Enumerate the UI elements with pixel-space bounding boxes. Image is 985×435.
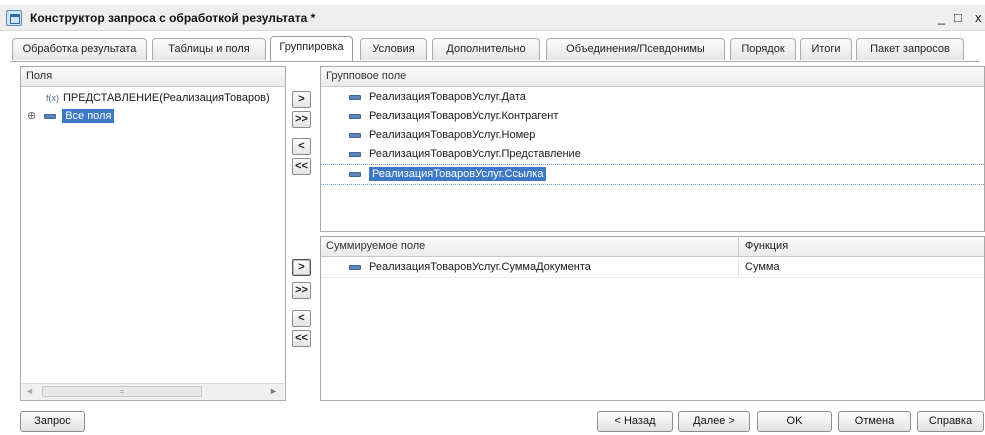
tab-result-processing[interactable]: Обработка результата — [12, 38, 147, 60]
field-icon — [44, 113, 57, 119]
minimize-button[interactable]: _ — [938, 10, 945, 25]
tab-advanced[interactable]: Дополнительно — [432, 38, 540, 60]
cancel-button[interactable]: Отмена — [838, 411, 911, 432]
tab-tables-fields[interactable]: Таблицы и поля — [152, 38, 266, 60]
field-label: ПРЕДСТАВЛЕНИЕ(РеализацияТоваров) — [63, 92, 270, 104]
group-field-label: РеализацияТоваровУслуг.Ссылка — [369, 167, 547, 181]
query-builder-icon — [6, 10, 22, 26]
add-all-group-fields-button[interactable]: >> — [292, 111, 311, 128]
group-field-label: РеализацияТоваровУслуг.Дата — [369, 91, 526, 103]
sum-field-label: РеализацияТоваровУслуг.СуммаДокумента — [369, 261, 591, 273]
field-label: Все поля — [62, 109, 115, 123]
back-button[interactable]: < Назад — [597, 411, 673, 432]
group-field-row[interactable]: РеализацияТоваровУслуг.Номер — [321, 126, 984, 145]
field-icon — [349, 113, 361, 119]
scroll-left-icon[interactable]: ◄ — [25, 386, 34, 396]
field-icon — [349, 132, 361, 138]
field-icon — [349, 94, 361, 100]
tab-unions-aliases[interactable]: Объединения/Псевдонимы — [546, 38, 725, 60]
field-icon — [349, 151, 361, 157]
tab-conditions[interactable]: Условия — [360, 38, 427, 60]
group-field-row[interactable]: РеализацияТоваровУслуг.Контрагент — [321, 107, 984, 126]
group-field-label: РеализацияТоваровУслуг.Номер — [369, 129, 536, 141]
function-column-header[interactable]: Функция — [745, 237, 788, 257]
group-field-label: РеализацияТоваровУслуг.Контрагент — [369, 110, 559, 122]
tab-bar: Обработка результата Таблицы и поля Груп… — [12, 36, 977, 62]
group-fields-panel[interactable]: Групповое поле РеализацияТоваровУслуг.Да… — [320, 66, 985, 232]
remove-group-field-button[interactable]: < — [292, 138, 311, 155]
ok-button[interactable]: OK — [757, 411, 832, 432]
column-divider — [738, 258, 739, 277]
maximize-button[interactable]: □ — [954, 10, 962, 25]
scrollbar-thumb[interactable]: = — [42, 386, 202, 397]
tab-query-batch[interactable]: Пакет запросов — [856, 38, 964, 60]
fields-panel[interactable]: Поля f(x) ПРЕДСТАВЛЕНИЕ(РеализацияТоваров… — [20, 66, 286, 401]
sum-fields-panel[interactable]: Суммируемое поле Функция РеализацияТовар… — [320, 236, 985, 401]
group-field-label: РеализацияТоваровУслуг.Представление — [369, 148, 581, 160]
tab-grouping[interactable]: Группировка — [270, 36, 353, 61]
window-title: Конструктор запроса с обработкой результ… — [30, 11, 316, 25]
group-fields-header: Групповое поле — [321, 67, 984, 87]
sum-field-row[interactable]: РеализацияТоваровУслуг.СуммаДокумента — [321, 258, 984, 278]
next-button[interactable]: Далее > — [678, 411, 750, 432]
field-icon — [349, 171, 361, 177]
field-icon — [349, 264, 361, 270]
remove-all-sum-fields-button[interactable]: << — [292, 330, 311, 347]
horizontal-scrollbar[interactable]: ◄ = ► — [22, 383, 284, 400]
scroll-right-icon[interactable]: ► — [269, 386, 278, 396]
expand-icon[interactable]: ⊕ — [27, 110, 36, 122]
sum-function-cell[interactable]: Сумма — [745, 258, 780, 277]
add-group-field-button[interactable]: > — [292, 91, 311, 108]
group-field-row-selected[interactable]: РеализацияТоваровУслуг.Ссылка — [321, 164, 984, 185]
remove-all-group-fields-button[interactable]: << — [292, 158, 311, 175]
group-field-row[interactable]: РеализацияТоваровУслуг.Дата — [321, 88, 984, 107]
title-bar: Конструктор запроса с обработкой результ… — [0, 5, 985, 31]
function-icon: f(x) — [46, 93, 59, 103]
help-button[interactable]: Справка — [917, 411, 984, 432]
column-divider — [738, 237, 739, 257]
sum-field-column-header[interactable]: Суммируемое поле — [326, 240, 425, 252]
tab-order[interactable]: Порядок — [730, 38, 796, 60]
remove-sum-field-button[interactable]: < — [292, 310, 311, 327]
field-item-all[interactable]: ⊕ Все поля — [21, 107, 285, 126]
field-item[interactable]: f(x) ПРЕДСТАВЛЕНИЕ(РеализацияТоваров) — [21, 89, 285, 108]
query-button[interactable]: Запрос — [20, 411, 85, 432]
add-all-sum-fields-button[interactable]: >> — [292, 282, 311, 299]
group-field-row[interactable]: РеализацияТоваровУслуг.Представление — [321, 145, 984, 164]
sum-fields-header: Суммируемое поле — [321, 237, 984, 257]
tab-totals[interactable]: Итоги — [800, 38, 852, 60]
add-sum-field-button[interactable]: > — [292, 259, 311, 276]
fields-header: Поля — [21, 67, 285, 87]
close-button[interactable]: x — [975, 10, 982, 25]
